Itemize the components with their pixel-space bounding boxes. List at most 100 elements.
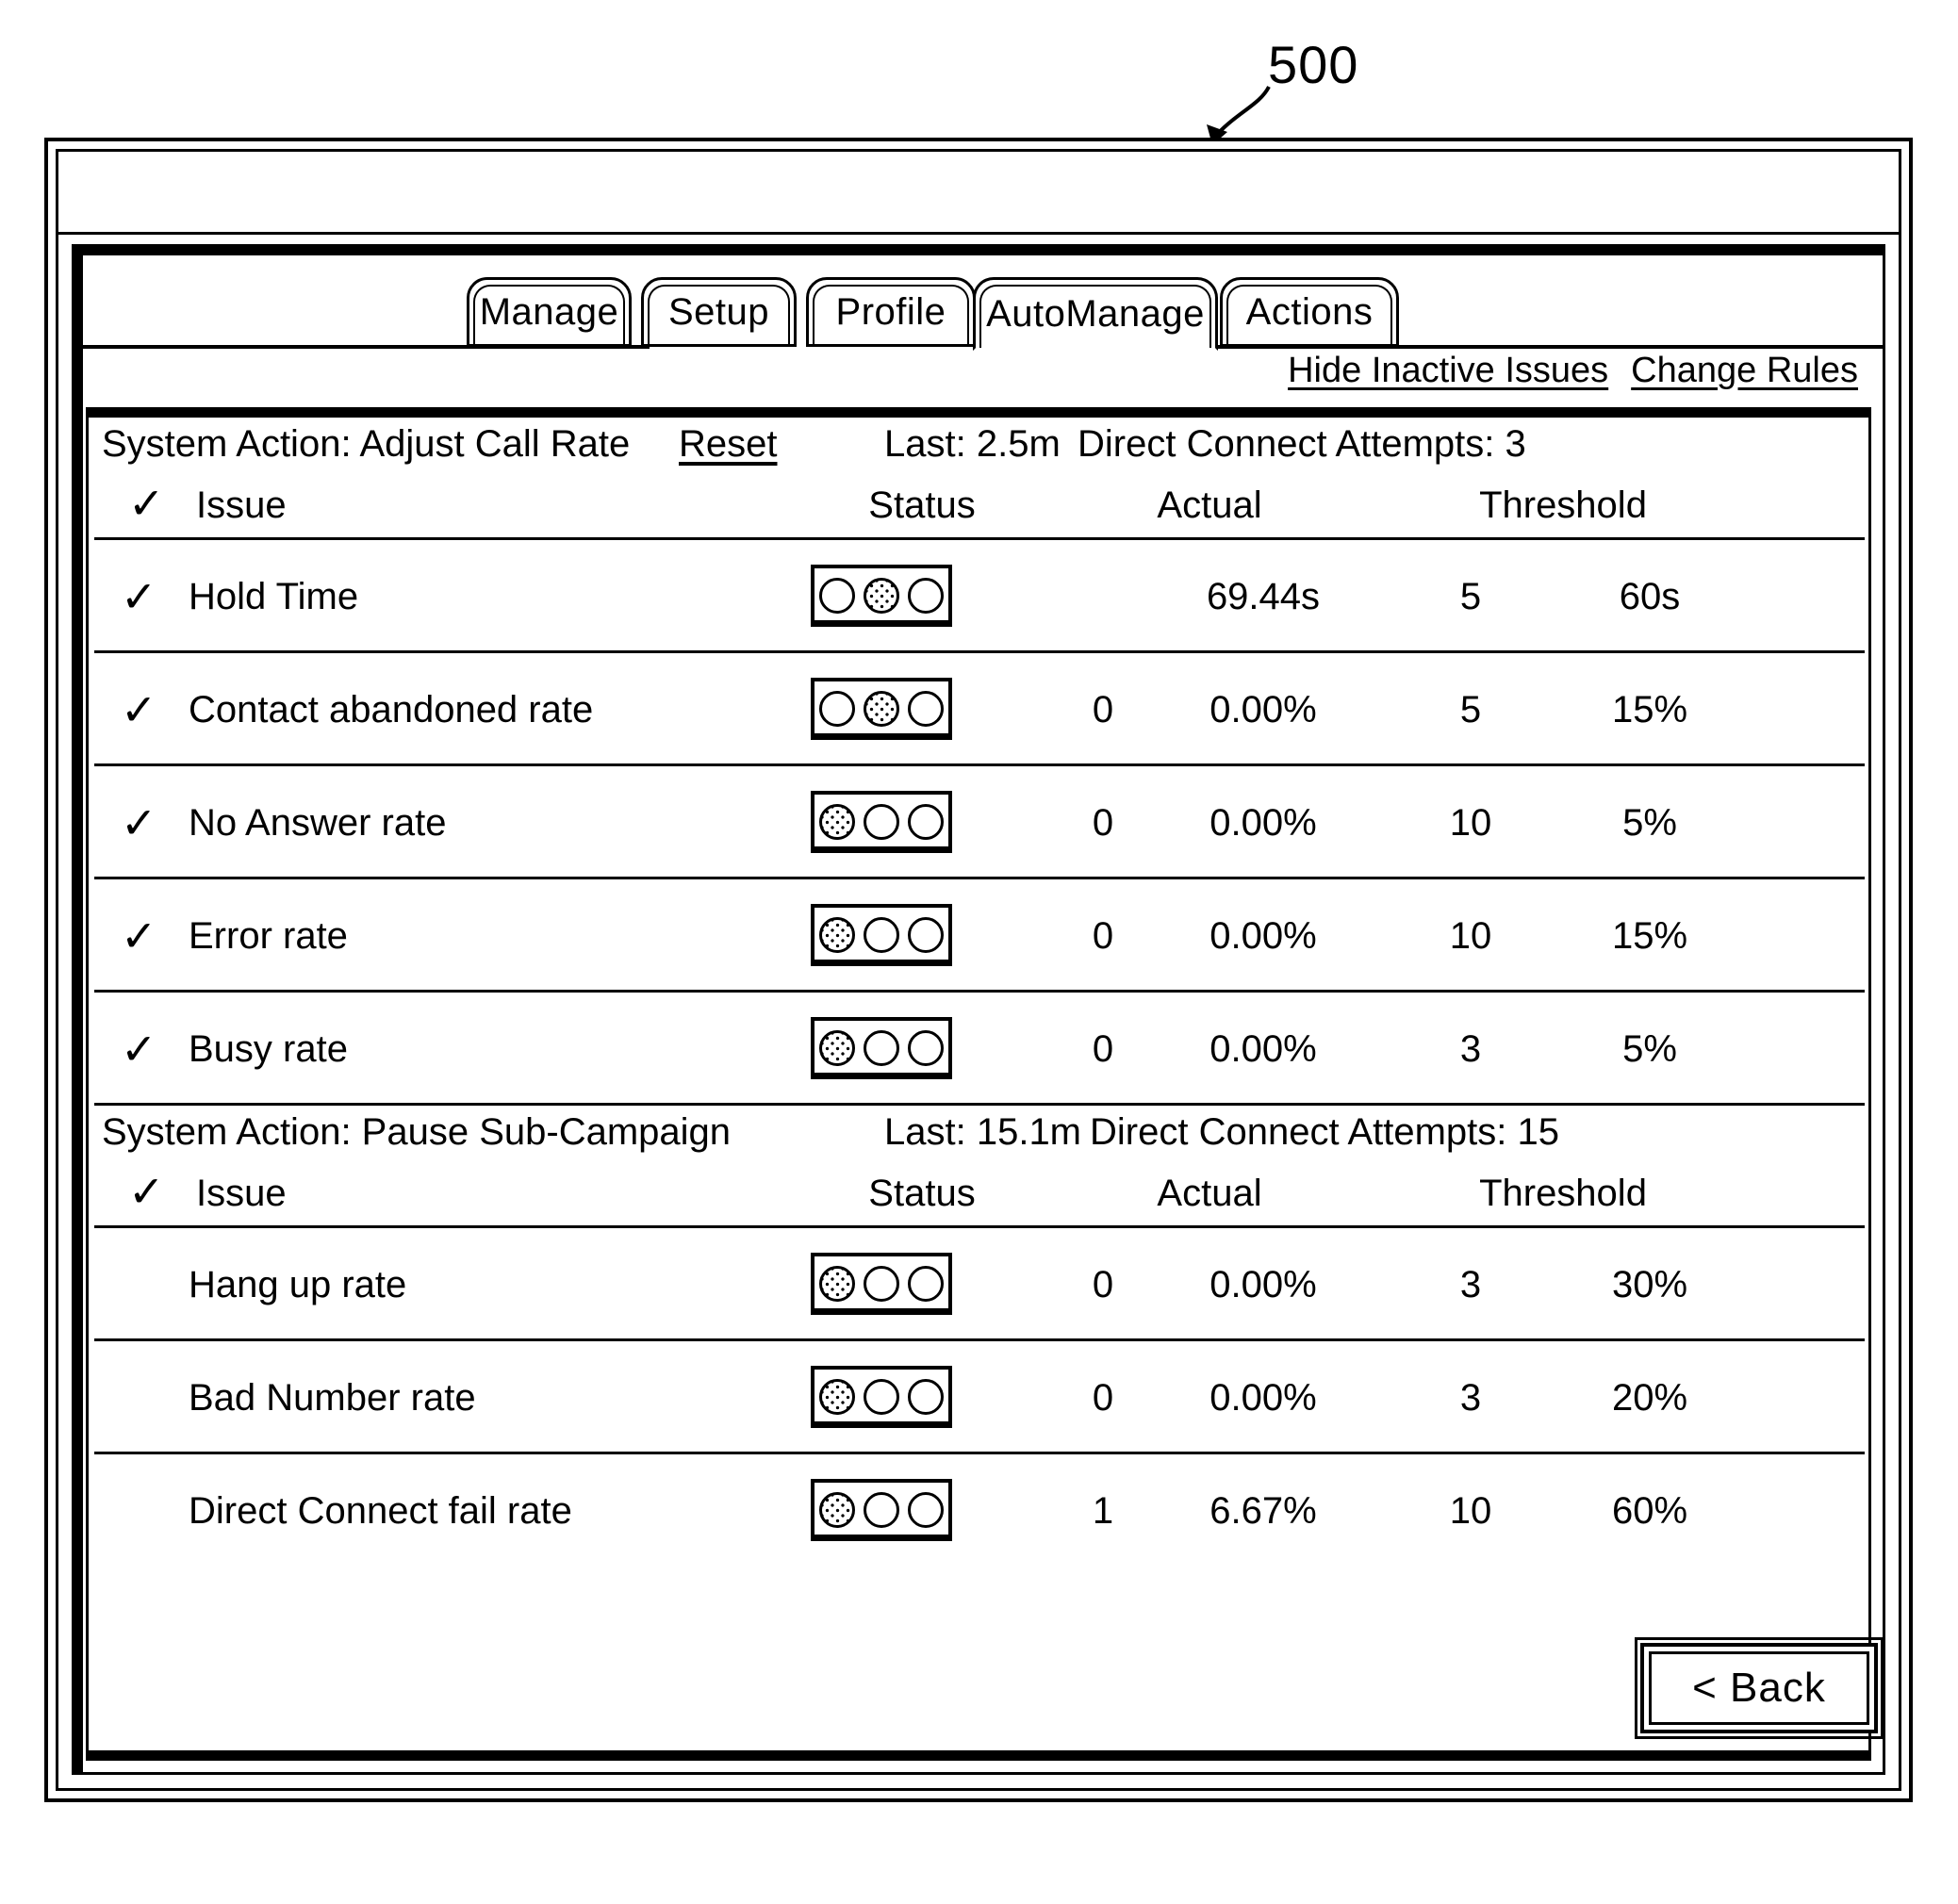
- column-header-issue: Issue: [196, 1173, 287, 1214]
- tab-profile[interactable]: Profile: [806, 277, 976, 347]
- window-inner-frame: Manage Setup Profile AutoManage Actions: [56, 149, 1901, 1791]
- status-bulb-right: [908, 1266, 945, 1302]
- issue-threshold-count: 3: [1459, 1377, 1482, 1419]
- hide-inactive-issues-link[interactable]: Hide Inactive Issues: [1288, 351, 1608, 391]
- tab-automanage[interactable]: AutoManage: [973, 277, 1218, 351]
- status-indicator: [811, 1366, 952, 1428]
- tab-setup[interactable]: Setup: [641, 277, 797, 347]
- table-row[interactable]: ✓ Busy rate 0 0.00% 3 5%: [94, 993, 1865, 1106]
- tab-label: Manage: [479, 290, 619, 333]
- column-header-threshold: Threshold: [1479, 484, 1647, 526]
- column-header-actual: Actual: [1157, 1173, 1262, 1214]
- action-links: Hide Inactive Issues Change Rules: [1288, 351, 1858, 391]
- issue-actual: 0.00%: [1209, 802, 1317, 844]
- issue-name: Bad Number rate: [189, 1377, 476, 1419]
- section-header: System Action: Pause Sub-Campaign Last: …: [94, 1106, 1865, 1228]
- issue-threshold-value: 20%: [1611, 1377, 1688, 1419]
- status-bulb-middle: [863, 1030, 899, 1066]
- issue-actual: 0.00%: [1209, 1028, 1317, 1070]
- system-action-label: System Action: Pause Sub-Campaign: [102, 1111, 732, 1153]
- issue-actual: 0.00%: [1209, 689, 1317, 730]
- tab-label: Setup: [667, 290, 770, 333]
- automanage-content: Hide Inactive Issues Change Rules System…: [86, 349, 1871, 1761]
- status-bulb-right: [908, 1379, 945, 1415]
- change-rules-link[interactable]: Change Rules: [1631, 351, 1858, 391]
- direct-connect-attempts-label: Direct Connect Attempts: 3: [1078, 423, 1526, 465]
- issue-name: No Answer rate: [189, 802, 447, 844]
- status-bulb-middle: [863, 804, 899, 840]
- status-bulb-left: [818, 1492, 855, 1528]
- status-bulb-left: [818, 1266, 855, 1302]
- table-row[interactable]: Hang up rate 0 0.00% 3 30%: [94, 1228, 1865, 1341]
- table-row[interactable]: ✓ Error rate 0 0.00% 10 15%: [94, 879, 1865, 993]
- header-check-icon[interactable]: ✓: [128, 476, 165, 531]
- issue-actual: 69.44s: [1206, 576, 1321, 617]
- column-header-threshold: Threshold: [1479, 1173, 1647, 1214]
- client-panel: Manage Setup Profile AutoManage Actions: [72, 244, 1885, 1775]
- status-bulb-left: [818, 1379, 855, 1415]
- back-button[interactable]: < Back: [1635, 1637, 1884, 1739]
- issue-threshold-value: 5%: [1622, 802, 1677, 844]
- status-bulb-left: [818, 917, 855, 953]
- issue-actual: 0.00%: [1209, 915, 1317, 957]
- section-header-top-line: System Action: Pause Sub-Campaign Last: …: [102, 1111, 1861, 1166]
- tab-manage[interactable]: Manage: [467, 277, 632, 347]
- status-indicator: [811, 678, 952, 740]
- system-action-label: System Action: Adjust Call Rate: [102, 423, 631, 465]
- status-indicator: [811, 1479, 952, 1541]
- reset-link[interactable]: Reset: [679, 423, 778, 466]
- status-bulb-middle: [863, 578, 899, 614]
- issue-threshold-value: 15%: [1611, 915, 1688, 957]
- column-header-status: Status: [868, 484, 976, 526]
- application-window: Manage Setup Profile AutoManage Actions: [44, 138, 1913, 1802]
- status-indicator: [811, 791, 952, 853]
- table-row[interactable]: ✓ No Answer rate 0 0.00% 10 5%: [94, 766, 1865, 879]
- tab-label: Actions: [1245, 290, 1374, 333]
- issue-threshold-count: 10: [1449, 915, 1492, 957]
- issue-threshold-count: 3: [1459, 1028, 1482, 1070]
- row-check-icon[interactable]: ✓: [121, 766, 157, 879]
- status-bulb-right: [908, 1492, 945, 1528]
- column-header-issue: Issue: [196, 484, 287, 526]
- status-indicator: [811, 1017, 952, 1079]
- status-bulb-right: [908, 1030, 945, 1066]
- status-bulb-left: [818, 691, 855, 727]
- status-bulb-middle: [863, 691, 899, 727]
- row-check-icon[interactable]: ✓: [121, 879, 157, 993]
- issue-actual: 0.00%: [1209, 1264, 1317, 1305]
- status-bulb-right: [908, 917, 945, 953]
- row-check-icon[interactable]: ✓: [121, 540, 157, 653]
- status-indicator: [811, 904, 952, 966]
- status-bulb-middle: [863, 1379, 899, 1415]
- table-row[interactable]: Bad Number rate 0 0.00% 3 20%: [94, 1341, 1865, 1454]
- issue-threshold-count: 10: [1449, 1490, 1492, 1532]
- tab-strip: Manage Setup Profile AutoManage Actions: [74, 277, 1883, 351]
- tab-actions[interactable]: Actions: [1220, 277, 1399, 347]
- status-bulb-left: [818, 578, 855, 614]
- table-row[interactable]: Direct Connect fail rate 1 6.67% 10 60%: [94, 1454, 1865, 1568]
- issue-name: Contact abandoned rate: [189, 689, 594, 730]
- issue-threshold-value: 60s: [1619, 576, 1681, 617]
- status-bulb-middle: [863, 1266, 899, 1302]
- issue-actual: 6.67%: [1209, 1490, 1317, 1532]
- status-indicator: [811, 565, 952, 627]
- status-bulb-left: [818, 1030, 855, 1066]
- column-header-actual: Actual: [1157, 484, 1262, 526]
- header-check-icon[interactable]: ✓: [128, 1164, 165, 1219]
- issue-threshold-count: 5: [1459, 576, 1482, 617]
- row-check-icon[interactable]: ✓: [121, 653, 157, 766]
- issue-threshold-count: 10: [1449, 802, 1492, 844]
- section-column-headers: ✓ Issue Status Actual Threshold: [102, 1166, 1861, 1221]
- column-header-status: Status: [868, 1173, 976, 1214]
- issue-name: Hold Time: [189, 576, 359, 617]
- issue-threshold-count: 3: [1459, 1264, 1482, 1305]
- row-check-icon[interactable]: ✓: [121, 993, 157, 1106]
- issue-name: Direct Connect fail rate: [189, 1490, 572, 1532]
- tab-label: Profile: [835, 290, 946, 333]
- back-button-label: < Back: [1692, 1665, 1826, 1711]
- table-row[interactable]: ✓ Hold Time 69.44s 5 60s: [94, 540, 1865, 653]
- table-row[interactable]: ✓ Contact abandoned rate 0 0.00% 5 15%: [94, 653, 1865, 766]
- status-bulb-right: [908, 691, 945, 727]
- issues-table-body: System Action: Adjust Call Rate Reset La…: [94, 418, 1865, 1750]
- issue-threshold-value: 5%: [1622, 1028, 1677, 1070]
